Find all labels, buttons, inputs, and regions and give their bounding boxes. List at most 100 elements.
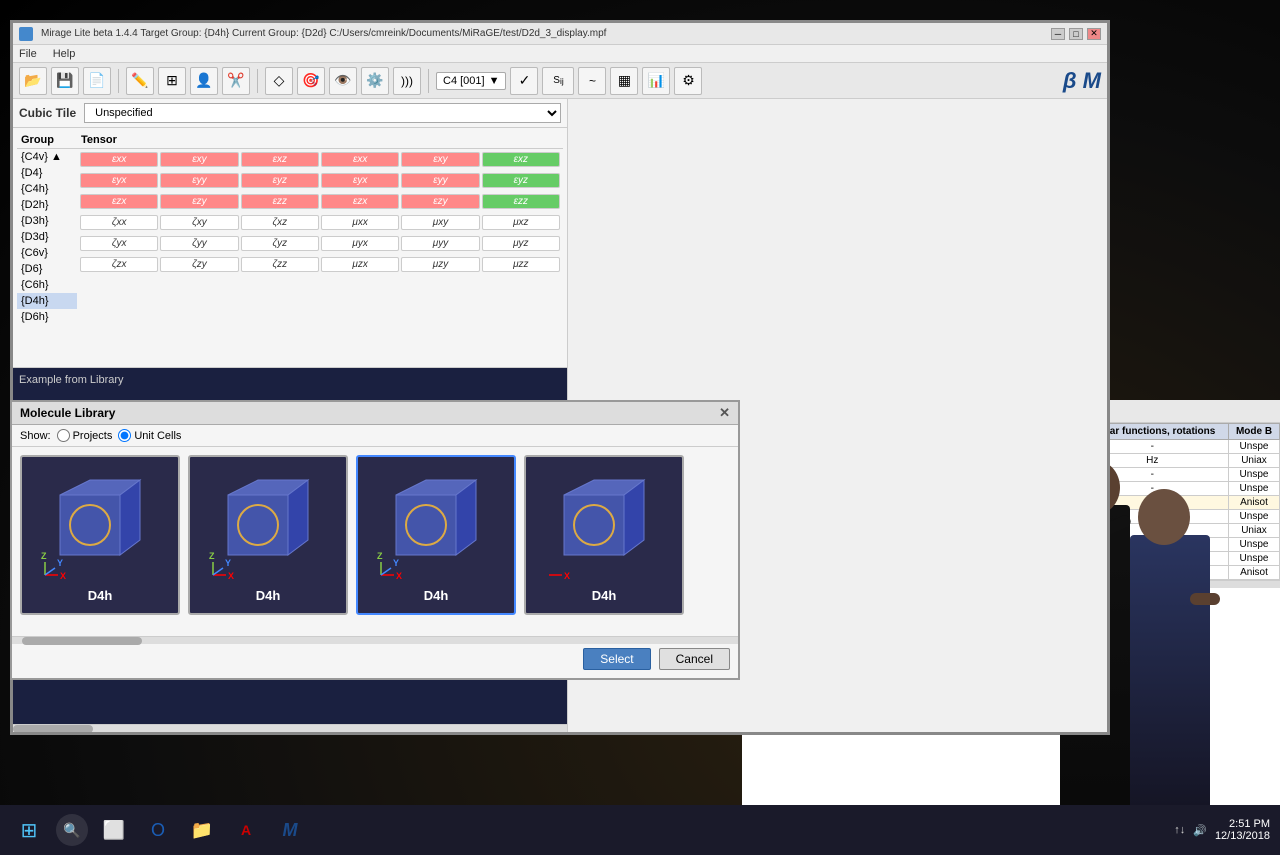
edit-btn[interactable]: ✏️: [126, 67, 154, 95]
task-view-button[interactable]: ⬜: [96, 812, 132, 848]
settings-btn[interactable]: ⚙️: [361, 67, 389, 95]
open-btn[interactable]: 📂: [19, 67, 47, 95]
group-c4v[interactable]: {C4v} ▲: [17, 149, 77, 165]
gear-btn[interactable]: ⚙: [674, 67, 702, 95]
svg-text:X: X: [228, 571, 234, 581]
group-d4[interactable]: {D4}: [17, 165, 77, 181]
sym-cell: Unspe: [1229, 510, 1280, 524]
minimize-btn[interactable]: ─: [1051, 28, 1065, 40]
svg-text:Z: Z: [377, 551, 383, 561]
tensor-row-4: ζxx ζxy ζxz μxx μxy μxz: [77, 212, 563, 233]
group-d3h[interactable]: {D3h}: [17, 213, 77, 229]
sym-th-mode: Mode B: [1229, 424, 1280, 440]
menubar: File Help: [13, 45, 1107, 63]
mol-label-4: D4h: [592, 588, 617, 603]
taskbar: ⊞ 🔍 ⬜ O 📁 A M ↑↓ 🔊 2:51 PM 12/13/2018: [0, 805, 1280, 855]
save-as-btn[interactable]: 📄: [83, 67, 111, 95]
mol-scrollbar[interactable]: [12, 636, 738, 644]
mol-item-4[interactable]: X D4h: [524, 455, 684, 615]
tensor-area: Group {C4v} ▲ {D4} {C4h} {D2h} {D3h} {D3…: [13, 128, 567, 368]
radio-projects[interactable]: Projects: [57, 429, 113, 442]
titlebar: Mirage Lite beta 1.4.4 Target Group: {D4…: [13, 23, 1107, 45]
cubic-tile-dropdown[interactable]: Unspecified: [84, 103, 561, 123]
radio-unit-cells-input[interactable]: [118, 429, 131, 442]
tensor-cell: μxy: [401, 215, 479, 230]
check-btn[interactable]: ✓: [510, 67, 538, 95]
acrobat-button[interactable]: A: [228, 812, 264, 848]
mol-lib-content: X Z Y D4h X Z Y D4h: [12, 447, 738, 655]
svg-text:Y: Y: [225, 558, 231, 568]
outlook-icon: O: [151, 820, 165, 841]
diamond-btn[interactable]: ◇: [265, 67, 293, 95]
grid2-btn[interactable]: ▦: [610, 67, 638, 95]
radio-projects-input[interactable]: [57, 429, 70, 442]
sym-cell: Unspe: [1229, 538, 1280, 552]
toolbar: 📂 💾 📄 ✏️ ⊞ 👤 ✂️ ◇ 🎯 👁️ ⚙️ ))) C4 [001] ▼…: [13, 63, 1107, 99]
tensor-cell: ζyy: [160, 236, 238, 251]
tensor-cell: ζyx: [80, 236, 158, 251]
mol-label-3: D4h: [424, 588, 449, 603]
start-button[interactable]: ⊞: [10, 811, 48, 849]
signal-btn[interactable]: ~: [578, 67, 606, 95]
menu-help[interactable]: Help: [53, 48, 76, 60]
molecule-library: Molecule Library ✕ Show: Projects Unit C…: [10, 400, 740, 680]
system-tray: ↑↓ 🔊 2:51 PM 12/13/2018: [1174, 818, 1270, 842]
group-c6h[interactable]: {C6h}: [17, 277, 77, 293]
person-btn[interactable]: 👤: [190, 67, 218, 95]
select-btn[interactable]: Select: [583, 648, 650, 670]
sym-cell: Unspe: [1229, 482, 1280, 496]
cancel-btn[interactable]: Cancel: [659, 648, 730, 670]
grid-btn[interactable]: ⊞: [158, 67, 186, 95]
sym-cell: Uniax: [1229, 524, 1280, 538]
target-btn[interactable]: 🎯: [297, 67, 325, 95]
mol-item-1[interactable]: X Z Y D4h: [20, 455, 180, 615]
group-d4h[interactable]: {D4h}: [17, 293, 77, 309]
cubic-tile-label: Cubic Tile: [19, 106, 76, 120]
group-d2h[interactable]: {D2h}: [17, 197, 77, 213]
restore-btn[interactable]: □: [1069, 28, 1083, 40]
search-button[interactable]: 🔍: [56, 814, 88, 846]
tensor-cell: εxy: [160, 152, 238, 167]
mol-lib-footer: Select Cancel: [583, 648, 730, 670]
tensor-cell: ζzy: [160, 257, 238, 272]
scroll-thumb[interactable]: [13, 725, 93, 733]
acrobat-icon: A: [241, 822, 251, 838]
group-c4h[interactable]: {C4h}: [17, 181, 77, 197]
mol-label-1: D4h: [88, 588, 113, 603]
mol-item-2[interactable]: X Z Y D4h: [188, 455, 348, 615]
mol-scrollbar-thumb[interactable]: [22, 637, 142, 645]
cut-btn[interactable]: ✂️: [222, 67, 250, 95]
tensor-row-2: εyx εyy εyz εyx εyy εyz: [77, 170, 563, 191]
outlook-button[interactable]: O: [140, 812, 176, 848]
antenna-btn[interactable]: ))): [393, 67, 421, 95]
tensor-cell: ζxy: [160, 215, 238, 230]
sij-btn[interactable]: Sij: [542, 67, 574, 95]
eye-btn[interactable]: 👁️: [329, 67, 357, 95]
radio-unit-cells[interactable]: Unit Cells: [118, 429, 181, 442]
mol-lib-close-btn[interactable]: ✕: [719, 405, 730, 421]
toolbar-sep-2: [257, 69, 258, 93]
tensor-cell: εzy: [401, 194, 479, 209]
mol-lib-title: Molecule Library: [20, 406, 115, 420]
save-btn[interactable]: 💾: [51, 67, 79, 95]
group-d6h[interactable]: {D6h}: [17, 309, 77, 325]
close-btn[interactable]: ✕: [1087, 28, 1101, 40]
group-column: Group {C4v} ▲ {D4} {C4h} {D2h} {D3h} {D3…: [17, 132, 77, 363]
group-d3d[interactable]: {D3d}: [17, 229, 77, 245]
mol-item-3[interactable]: X Z Y D4h: [356, 455, 516, 615]
explorer-icon: 📁: [191, 820, 213, 841]
chart-btn[interactable]: 📊: [642, 67, 670, 95]
group-d6[interactable]: {D6}: [17, 261, 77, 277]
mirage-button[interactable]: M: [272, 812, 308, 848]
group-c6v[interactable]: {C6v}: [17, 245, 77, 261]
sym-cell: Unspe: [1229, 440, 1280, 454]
windows-logo-icon: ⊞: [21, 818, 38, 843]
mol-lib-toolbar: Show: Projects Unit Cells: [12, 425, 738, 447]
example-library-label: Example from Library: [19, 374, 124, 386]
sym-cell: Unspe: [1229, 552, 1280, 566]
rotation-dropdown[interactable]: C4 [001] ▼: [436, 72, 506, 90]
menu-file[interactable]: File: [19, 48, 37, 60]
toolbar-sep-1: [118, 69, 119, 93]
explorer-button[interactable]: 📁: [184, 812, 220, 848]
tensor-cell: εzz: [241, 194, 319, 209]
